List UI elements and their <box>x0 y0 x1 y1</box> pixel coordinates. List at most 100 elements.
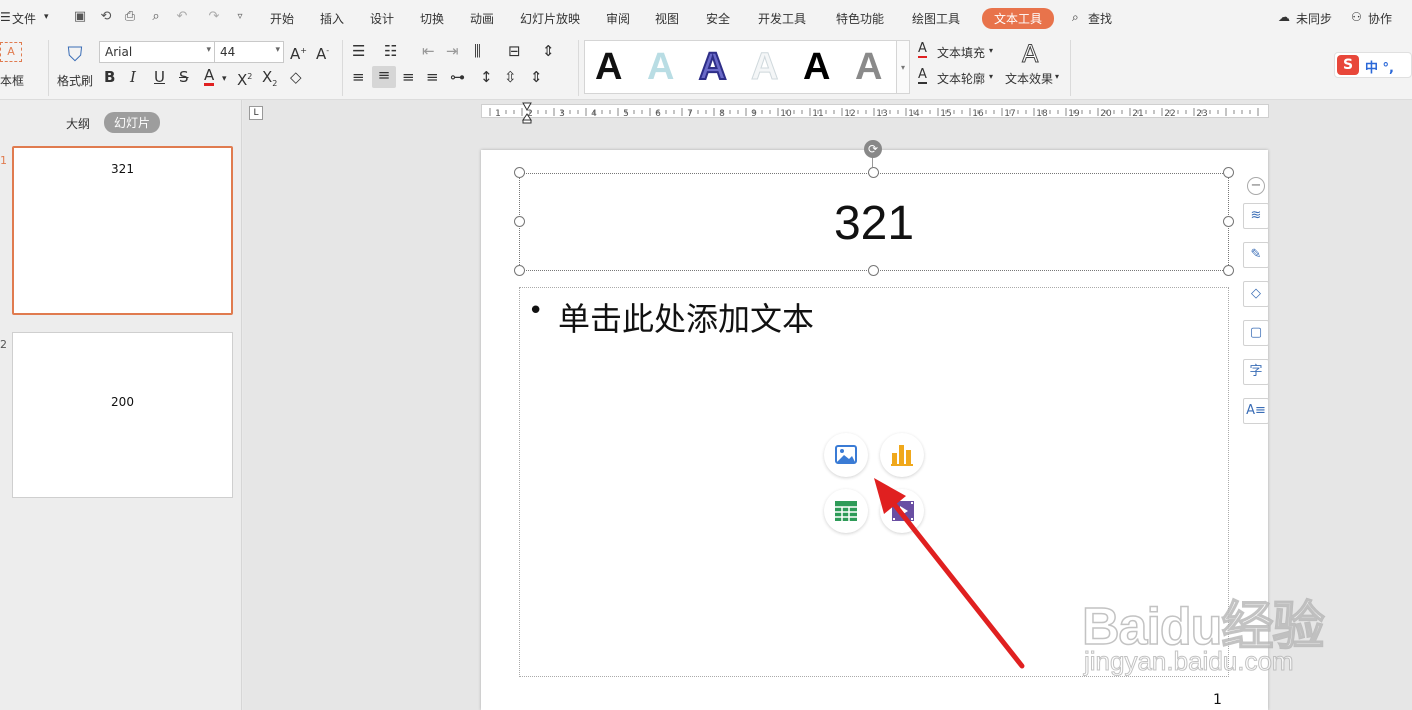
underline-icon[interactable]: U <box>154 68 165 86</box>
format-painter-icon[interactable]: ⛉ <box>64 42 86 66</box>
text-style-gray[interactable]: A <box>855 45 882 89</box>
undo-icon[interactable]: ↶ <box>174 9 190 25</box>
tab-5[interactable]: 幻灯片放映 <box>520 10 580 27</box>
search-label[interactable]: 查找 <box>1088 10 1112 27</box>
italic-icon[interactable]: I <box>130 68 136 86</box>
file-dropdown-icon[interactable]: ▾ <box>44 12 49 22</box>
numbered-list-icon[interactable]: ☷ <box>384 42 397 60</box>
text-direction-icon[interactable]: ⊟ <box>508 42 521 60</box>
text-format-icon[interactable]: A≡ <box>1243 398 1269 424</box>
text-fill-icon[interactable]: A <box>918 42 927 58</box>
strikethrough-icon[interactable]: S <box>179 68 189 86</box>
chevron-down-icon[interactable]: ▾ <box>222 70 227 88</box>
increase-indent-icon[interactable]: ⇥ <box>446 42 459 60</box>
tab-slides[interactable]: 幻灯片 <box>104 112 161 133</box>
align-text-icon[interactable]: ⇕ <box>542 42 555 60</box>
insert-picture-icon[interactable] <box>824 433 868 477</box>
font-name-select[interactable]: Arial ▾ <box>99 41 215 63</box>
columns-icon[interactable]: ⫼ <box>474 42 481 60</box>
textbox-icon[interactable]: A <box>0 42 22 62</box>
outline-icon[interactable]: ▢ <box>1243 320 1269 346</box>
resize-handle[interactable] <box>1223 265 1234 276</box>
resize-handle[interactable] <box>868 167 879 178</box>
tab-1[interactable]: 插入 <box>320 10 344 27</box>
resize-handle[interactable] <box>1223 167 1234 178</box>
insert-video-icon[interactable] <box>880 489 924 533</box>
text-style-light-blue[interactable]: A <box>647 45 674 89</box>
collab-button[interactable]: 协作 <box>1368 10 1392 27</box>
textbox-label[interactable]: 本框 <box>0 72 24 89</box>
tab-outline[interactable]: 大纲 <box>66 115 90 132</box>
bullet-list-icon[interactable]: ☰ <box>352 42 365 60</box>
text-style-black[interactable]: A <box>803 45 830 89</box>
sync-status[interactable]: 未同步 <box>1296 10 1332 27</box>
user-icon[interactable]: ⚇ <box>1351 10 1362 24</box>
tab-10[interactable]: 特色功能 <box>836 10 884 27</box>
fill-icon[interactable]: ◇ <box>1243 281 1269 307</box>
resize-handle[interactable] <box>868 265 879 276</box>
insert-chart-icon[interactable] <box>880 433 924 477</box>
tab-8[interactable]: 安全 <box>706 10 730 27</box>
save-icon[interactable]: ▣ <box>72 9 88 25</box>
align-right-icon[interactable]: ≡ <box>402 68 415 86</box>
decrease-indent-icon[interactable]: ⇤ <box>422 42 435 60</box>
text-style-white[interactable]: A <box>750 45 778 89</box>
tab-6[interactable]: 审阅 <box>606 10 630 27</box>
chevron-down-icon[interactable]: ▾ <box>989 46 993 55</box>
font-color-icon[interactable]: A <box>204 68 215 86</box>
tab-12[interactable]: 文本工具 <box>982 8 1055 29</box>
resize-handle[interactable] <box>514 167 525 178</box>
font-icon[interactable]: 字 <box>1243 359 1269 385</box>
resize-handle[interactable] <box>514 265 525 276</box>
customize-icon[interactable]: ▿ <box>232 9 248 25</box>
redo-icon[interactable]: ↷ <box>206 9 222 25</box>
justify-icon[interactable]: ≡ <box>426 68 439 86</box>
font-size-select[interactable]: 44 ▾ <box>214 41 284 63</box>
paragraph-icon[interactable]: ⇕ <box>530 68 543 86</box>
align-center-icon[interactable]: ≡ <box>372 66 396 88</box>
slide-thumbnail-2[interactable]: 200 <box>12 332 233 498</box>
superscript-icon[interactable]: X2 <box>237 68 252 89</box>
paragraph-spacing-icon[interactable]: ⇳ <box>504 68 517 86</box>
font-shrink-icon[interactable]: A- <box>316 42 329 63</box>
title-placeholder[interactable]: 321 <box>519 173 1229 271</box>
tab-0[interactable]: 开始 <box>270 10 294 27</box>
horizontal-ruler[interactable]: 1 2 3 4 5 6 7 8 9 10 11 12 13 14 15 16 17 18 19 20 21 22 23 <box>481 104 1269 119</box>
text-outline-icon[interactable]: A <box>918 68 927 84</box>
bold-icon[interactable]: B <box>104 68 115 86</box>
distribute-icon[interactable]: ⊶ <box>450 68 465 86</box>
format-painter-label[interactable]: 格式刷 <box>57 72 93 89</box>
resize-handle[interactable] <box>1223 216 1234 227</box>
indent-marker-icon[interactable] <box>522 102 532 124</box>
chevron-down-icon[interactable]: ▾ <box>1055 72 1059 81</box>
text-style-blue-outline[interactable]: A <box>698 45 727 89</box>
body-placeholder-text[interactable]: 单击此处添加文本 <box>558 294 814 340</box>
text-fill-button[interactable]: 文本填充 <box>937 44 985 61</box>
pen-icon[interactable]: ✎ <box>1243 242 1269 268</box>
hamburger-icon[interactable]: ☰ <box>0 10 11 24</box>
print-icon[interactable]: ⎙ <box>122 9 138 25</box>
font-grow-icon[interactable]: A+ <box>290 42 307 63</box>
layers-icon[interactable]: ≋ <box>1243 203 1269 229</box>
slide-title[interactable]: 321 <box>520 196 1228 251</box>
output-icon[interactable]: ⟲ <box>98 9 114 25</box>
tab-2[interactable]: 设计 <box>370 10 394 27</box>
resize-handle[interactable] <box>514 216 525 227</box>
text-effect-button[interactable]: 文本效果 <box>1005 70 1053 87</box>
line-spacing-icon[interactable]: ↕ <box>480 68 493 86</box>
tab-4[interactable]: 动画 <box>470 10 494 27</box>
tab-9[interactable]: 开发工具 <box>758 10 806 27</box>
chevron-down-icon[interactable]: ▾ <box>989 72 993 81</box>
eraser-icon[interactable]: ◇ <box>290 68 302 86</box>
align-left-icon[interactable]: ≡ <box>352 68 365 86</box>
cloud-icon[interactable]: ☁ <box>1278 10 1290 24</box>
ime-indicator[interactable]: S 中 °, <box>1334 52 1412 78</box>
collapse-toolbar-icon[interactable]: − <box>1247 177 1265 195</box>
text-effect-icon[interactable]: A <box>1021 40 1038 69</box>
tab-11[interactable]: 绘图工具 <box>912 10 960 27</box>
gallery-scroll-icon[interactable]: ▾ <box>896 40 910 94</box>
tab-3[interactable]: 切换 <box>420 10 444 27</box>
tab-stop-icon[interactable]: L <box>249 106 263 120</box>
subscript-icon[interactable]: X2 <box>262 68 277 93</box>
slide-thumbnail-1[interactable]: 321 <box>12 146 233 315</box>
